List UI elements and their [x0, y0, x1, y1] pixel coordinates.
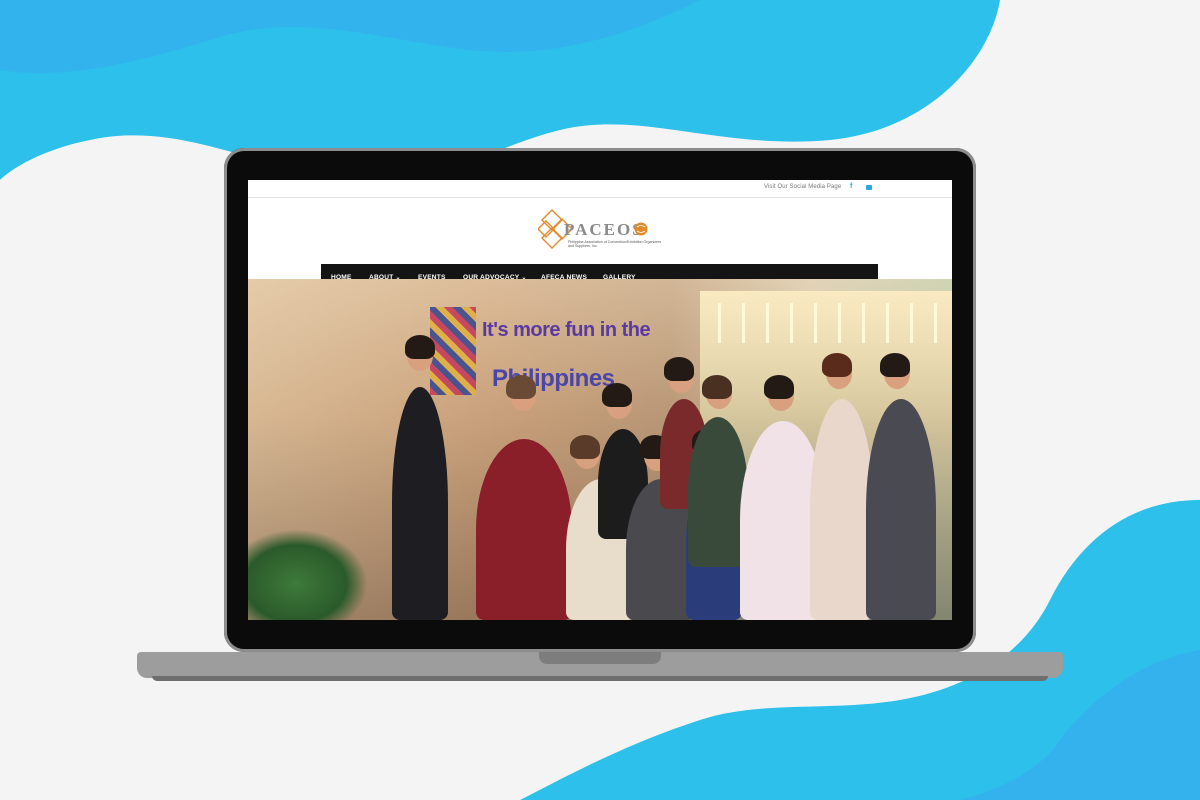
facebook-icon[interactable]: f	[850, 183, 852, 190]
photo-person	[810, 399, 874, 620]
top-bar: Visit Our Social Media Page f	[248, 180, 952, 198]
photo-plant	[248, 529, 368, 620]
website-screen: Visit Our Social Media Page f PACEOS Phi…	[248, 180, 952, 620]
logo-brand-text: PACEOS	[564, 220, 644, 239]
logo-tagline: Philippine Association of Convention/Exh…	[568, 240, 662, 249]
envelope-icon[interactable]	[866, 185, 872, 190]
photo-person-hair	[405, 335, 435, 359]
photo-wall-sign	[430, 307, 476, 395]
photo-person	[866, 399, 936, 620]
site-logo[interactable]: PACEOS Philippine Association of Convent…	[538, 208, 668, 254]
hero-group-photo: It's more fun in the Philippines	[248, 279, 952, 620]
photo-person-hair	[822, 353, 852, 377]
photo-person-hair	[506, 375, 536, 399]
photo-person-hair	[570, 435, 600, 459]
logo-globe-icon	[634, 222, 648, 236]
laptop-base	[137, 652, 1063, 678]
photo-person-hair	[764, 375, 794, 399]
photo-person	[476, 439, 572, 620]
photo-person	[688, 417, 748, 567]
social-media-text[interactable]: Visit Our Social Media Page	[764, 184, 841, 190]
photo-person	[392, 387, 448, 620]
photo-person-hair	[880, 353, 910, 377]
photo-person-hair	[702, 375, 732, 399]
photo-slogan-line1: It's more fun in the	[482, 319, 651, 341]
laptop-base-shadow	[152, 676, 1048, 681]
photo-person-hair	[664, 357, 694, 381]
laptop-notch	[539, 652, 661, 664]
photo-person-hair	[602, 383, 632, 407]
